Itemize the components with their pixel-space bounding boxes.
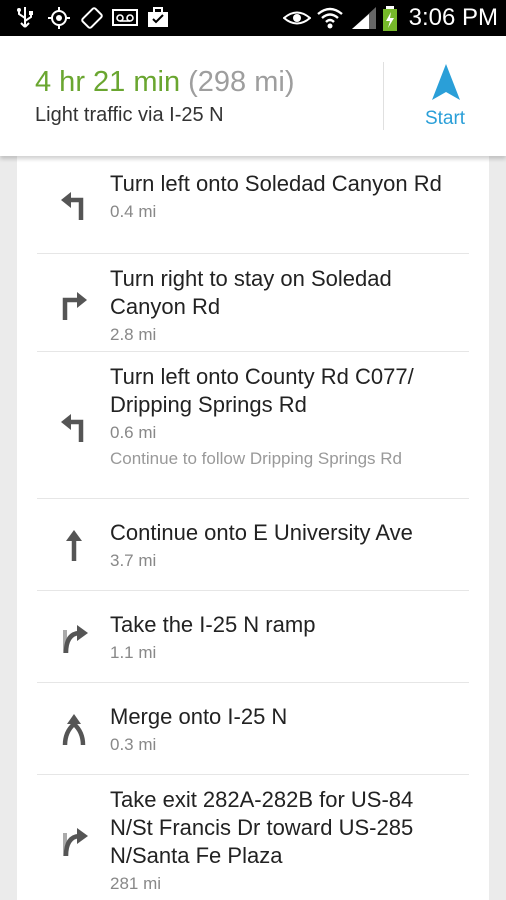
start-navigation-button[interactable]: Start: [400, 58, 490, 138]
gps-icon: [48, 7, 70, 29]
step-instruction: Turn left onto County Rd C077/ Dripping …: [110, 364, 414, 417]
trip-duration-line: 4 hr 21 min (298 mi): [35, 66, 295, 99]
step-instruction: Turn left onto Soledad Canyon Rd: [110, 171, 442, 196]
direction-step[interactable]: Merge onto I-25 N 0.3 mi: [37, 683, 469, 775]
usb-icon: [17, 7, 33, 28]
wifi-icon: [317, 7, 343, 29]
step-instruction: Merge onto I-25 N: [110, 704, 288, 729]
trip-duration: 4 hr 21 min: [35, 66, 181, 98]
turn-left-icon: [61, 414, 84, 442]
status-bar: 3:06 PM: [0, 0, 506, 36]
status-time: 3:06 PM: [408, 4, 498, 31]
step-note: Continue to follow Dripping Springs Rd: [110, 449, 402, 468]
direction-step[interactable]: Turn left onto Soledad Canyon Rd 0.4 mi: [37, 156, 469, 254]
signal-icon: [352, 7, 376, 29]
ramp-right-icon: [63, 625, 88, 654]
rotation-icon: [81, 7, 103, 29]
summary-divider: [383, 62, 384, 130]
privacy-icon: [283, 11, 311, 25]
step-distance: 3.7 mi: [110, 551, 157, 570]
trip-distance: (298 mi): [188, 66, 295, 98]
straight-icon: [66, 530, 82, 561]
route-summary-card: 4 hr 21 min (298 mi) Light traffic via I…: [0, 36, 506, 156]
step-instruction: Turn right to stay on Soledad Canyon Rd: [110, 266, 392, 319]
direction-step[interactable]: Turn right to stay on Soledad Canyon Rd …: [37, 254, 469, 352]
direction-step[interactable]: Take exit 282A-282B for US-84 N/St Franc…: [37, 775, 469, 900]
step-distance: 2.8 mi: [110, 325, 157, 344]
step-distance: 0.4 mi: [110, 202, 157, 221]
turn-left-icon: [61, 192, 84, 220]
step-distance: 1.1 mi: [110, 643, 157, 662]
step-distance: 0.6 mi: [110, 423, 157, 442]
merge-icon: [62, 714, 86, 746]
step-instruction: Continue onto E University Ave: [110, 520, 413, 545]
direction-step[interactable]: Turn left onto County Rd C077/ Dripping …: [37, 352, 469, 499]
battery-charging-icon: [383, 6, 397, 31]
directions-list: Turn left onto Soledad Canyon Rd 0.4 mi …: [17, 156, 489, 900]
step-distance: 281 mi: [110, 874, 162, 893]
step-distance: 0.3 mi: [110, 735, 157, 754]
turn-right-icon: [62, 292, 87, 320]
step-instruction: Take exit 282A-282B for US-84 N/St Franc…: [110, 787, 414, 868]
ramp-right-icon: [63, 828, 88, 857]
voicemail-icon: [112, 9, 138, 26]
step-instruction: Take the I-25 N ramp: [110, 612, 316, 637]
navigation-arrow-icon: [432, 64, 460, 100]
start-label: Start: [424, 108, 466, 129]
briefcase-icon: [148, 7, 168, 27]
route-description: Light traffic via I-25 N: [35, 104, 224, 126]
direction-step[interactable]: Take the I-25 N ramp 1.1 mi: [37, 591, 469, 683]
direction-step[interactable]: Continue onto E University Ave 3.7 mi: [37, 499, 469, 591]
